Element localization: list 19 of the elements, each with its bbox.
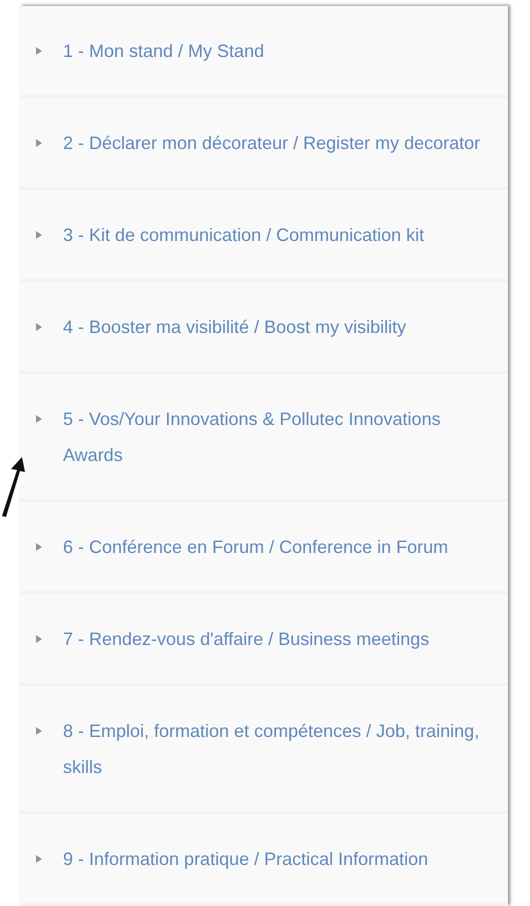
bullet-icon	[36, 139, 42, 147]
menu-link[interactable]: 6 - Conférence en Forum / Conference in Forum	[63, 529, 448, 565]
bullet-icon	[36, 415, 42, 423]
bullet-icon	[36, 855, 42, 863]
bullet-icon	[36, 727, 42, 735]
bullet-icon	[36, 231, 42, 239]
bullet-icon	[36, 635, 42, 643]
menu-link[interactable]: 5 - Vos/Your Innovations & Pollutec Innovations Awards	[63, 401, 504, 473]
bullet-icon	[36, 543, 42, 551]
menu-link[interactable]: 8 - Emploi, formation et compétences / Job, training, skills	[63, 713, 504, 785]
menu-link[interactable]: 9 - Information pratique / Practical Information	[63, 841, 428, 877]
bullet-icon	[36, 47, 42, 55]
menu-link[interactable]: 7 - Rendez-vous d'affaire / Business meetings	[63, 621, 430, 657]
menu-link[interactable]: 4 - Booster ma visibilité / Boost my visibility	[63, 309, 406, 345]
menu-link[interactable]: 3 - Kit de communication / Communication kit	[63, 217, 424, 253]
menu-link[interactable]: 1 - Mon stand / My Stand	[63, 33, 264, 69]
arrow-icon	[0, 456, 26, 518]
menu-link[interactable]: 2 - Déclarer mon décorateur / Register my decorator	[63, 125, 480, 161]
bullet-icon	[36, 323, 42, 331]
